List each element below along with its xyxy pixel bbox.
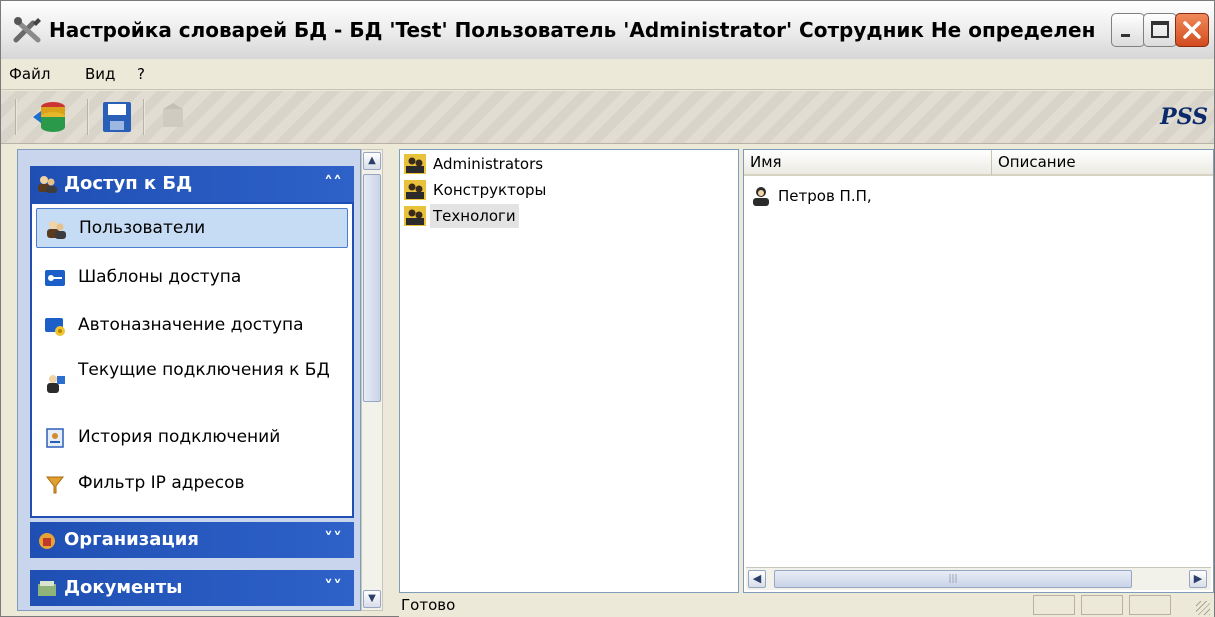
history-icon <box>46 428 64 448</box>
window-title: Настройка словарей БД - БД 'Test' Пользо… <box>49 18 1096 42</box>
disabled-tool-button[interactable] <box>153 97 193 137</box>
sidebar-item-auto-assign[interactable]: Автоназначение доступа <box>36 306 348 346</box>
brand-logo: PSS <box>1160 104 1208 130</box>
disabled-tool-icon <box>163 103 183 127</box>
toolbar-separator <box>15 99 17 135</box>
user-name: Петров П.П, <box>778 187 872 205</box>
users-list: Имя Описание Петров П.П, ◀ ||| ▶ <box>743 149 1214 593</box>
chevron-up-icon[interactable]: ˄˄ <box>322 172 344 196</box>
close-button[interactable] <box>1175 13 1209 47</box>
status-panel <box>1129 595 1171 615</box>
tools-icon <box>13 17 41 43</box>
save-icon <box>103 102 131 132</box>
status-panel <box>1081 595 1123 615</box>
scroll-left-button[interactable]: ◀ <box>748 570 766 588</box>
tree-item-label: Технологи <box>430 204 519 228</box>
scroll-right-button[interactable]: ▶ <box>1189 570 1207 588</box>
group-label: Документы <box>64 577 183 598</box>
sidebar-item-label: Фильтр IP адресов <box>78 473 245 493</box>
minimize-button[interactable] <box>1111 13 1145 47</box>
sidebar-item-label: Шаблоны доступа <box>78 267 242 287</box>
group-header-documents[interactable]: Документы ˅˅ <box>30 570 354 606</box>
scroll-down-button[interactable]: ▼ <box>363 590 381 608</box>
chevron-down-icon[interactable]: ˅˅ <box>322 528 344 552</box>
sidebar-item-connection-history[interactable]: История подключений <box>36 418 348 458</box>
sidebar-item-access-templates[interactable]: Шаблоны доступа <box>36 258 348 298</box>
sidebar-item-label: Текущие подключения к БД <box>78 360 330 380</box>
scroll-up-button[interactable]: ▲ <box>363 152 381 170</box>
column-header-name[interactable]: Имя <box>744 150 992 176</box>
group-body-db-access: Пользователи Шаблоны доступа Автоназначе… <box>30 202 354 518</box>
navigation-scrollbar[interactable]: ▲ ▼ <box>361 149 383 611</box>
horizontal-scrollbar[interactable]: ◀ ||| ▶ <box>746 567 1211 590</box>
chevron-down-icon[interactable]: ˅˅ <box>322 576 344 600</box>
sidebar-item-users[interactable]: Пользователи <box>36 208 348 248</box>
users-group-icon <box>404 206 426 226</box>
sidebar-item-label: Автоназначение доступа <box>78 315 304 335</box>
groups-tree: Administrators Конструкторы Технологи <box>399 149 739 593</box>
connections-icon <box>47 375 65 393</box>
menu-file[interactable]: Файл <box>9 59 50 89</box>
database-icon <box>33 102 65 132</box>
sidebar-item-label: Пользователи <box>79 218 206 238</box>
maximize-icon <box>1151 21 1169 38</box>
users-icon <box>47 221 66 239</box>
sidebar-item-ip-filter[interactable]: Фильтр IP адресов <box>36 464 348 504</box>
minimize-icon <box>1121 34 1130 37</box>
menu-view[interactable]: Вид <box>85 59 115 89</box>
toolbar: PSS <box>1 91 1214 144</box>
filter-icon <box>45 476 65 494</box>
status-text: Готово <box>401 596 456 614</box>
group-label: Доступ к БД <box>64 173 193 194</box>
scroll-thumb[interactable] <box>363 174 381 402</box>
status-bar: Готово <box>399 593 1214 617</box>
sidebar-item-label: История подключений <box>78 427 281 447</box>
close-icon <box>1183 21 1201 39</box>
sidebar-item-current-connections[interactable]: Текущие подключения к БД <box>36 354 348 410</box>
users-group-icon <box>404 180 426 200</box>
menu-bar: Файл Вид ? <box>1 59 1214 90</box>
column-header-description[interactable]: Описание <box>992 150 1213 176</box>
group-header-organization[interactable]: Организация ˅˅ <box>30 522 354 558</box>
save-button[interactable] <box>97 97 137 137</box>
status-panel <box>1033 595 1075 615</box>
documents-icon <box>38 581 56 596</box>
menu-help[interactable]: ? <box>137 59 145 89</box>
key-icon <box>45 270 65 286</box>
auto-assign-icon <box>45 318 65 336</box>
toolbar-separator <box>143 99 145 135</box>
tree-item-label: Administrators <box>433 155 544 173</box>
app-window: Настройка словарей БД - БД 'Test' Пользо… <box>0 0 1215 617</box>
navigation-pane: Доступ к БД ˄˄ Пользователи Шаблоны дост… <box>17 149 361 611</box>
group-header-db-access[interactable]: Доступ к БД ˄˄ <box>30 166 354 202</box>
tree-item-label: Конструкторы <box>433 181 547 199</box>
user-icon <box>753 187 769 206</box>
group-label: Организация <box>64 529 199 550</box>
database-button[interactable] <box>31 97 71 137</box>
maximize-button[interactable] <box>1143 13 1177 47</box>
title-bar: Настройка словарей БД - БД 'Test' Пользо… <box>1 1 1214 60</box>
toolbar-separator <box>87 99 89 135</box>
organization-icon <box>39 533 55 549</box>
users-group-icon <box>404 154 426 174</box>
resize-grip[interactable] <box>1196 601 1210 615</box>
scroll-thumb[interactable]: ||| <box>774 570 1132 588</box>
users-group-icon <box>38 176 57 193</box>
